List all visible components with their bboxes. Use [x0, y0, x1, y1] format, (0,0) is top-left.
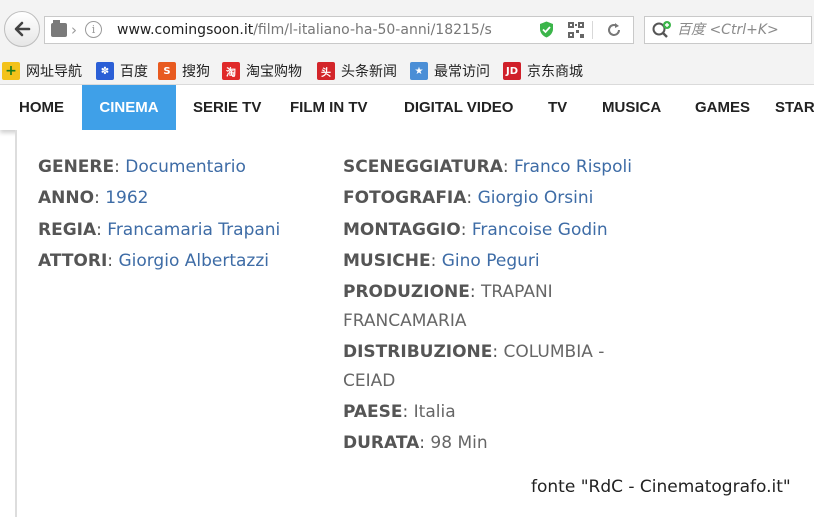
bookmark-label: 京东商城 — [527, 64, 583, 80]
nav-digital-video[interactable]: DIGITAL VIDEO — [404, 85, 513, 130]
reload-icon[interactable] — [605, 21, 623, 39]
attori-link[interactable]: Giorgio Albertazzi — [118, 251, 269, 271]
qr-code-icon[interactable] — [568, 22, 584, 38]
label-genere: GENERE — [38, 157, 115, 177]
shield-icon[interactable] — [539, 21, 554, 38]
paw-icon: ✽ — [96, 62, 114, 80]
bookmark-label: 头条新闻 — [341, 64, 397, 80]
back-button[interactable] — [4, 11, 40, 47]
nav-home[interactable]: HOME — [19, 85, 64, 130]
bookmark-label: 搜狗 — [182, 64, 210, 80]
bookmarks-bar: + 网址导航 ✽ 百度 S 搜狗 淘淘宝购物 头头条新闻 ★ 最常访问 JD 京东商城 — [0, 58, 814, 85]
info-regia: REGIA: Francamaria Trapani — [38, 220, 281, 240]
label-produzione: PRODUZIONE — [343, 282, 470, 302]
bookmark-label: 淘宝购物 — [246, 64, 302, 80]
info-paese: PAESE: Italia — [343, 402, 456, 422]
bookmark-frequent[interactable]: ★ 最常访问 — [410, 61, 490, 81]
paese-value: Italia — [413, 402, 456, 422]
chevron-right-icon: › — [71, 21, 77, 39]
url-text[interactable]: www.comingsoon.it/film/l-italiano-ha-50-… — [117, 22, 507, 38]
montaggio-link[interactable]: Francoise Godin — [472, 220, 608, 240]
bookmark-label: 最常访问 — [434, 64, 490, 80]
url-path: /film/l-italiano-ha-50-anni/18215/s — [253, 22, 492, 38]
bookmark-jd[interactable]: JD 京东商城 — [503, 61, 583, 81]
bookmark-label: 网址导航 — [26, 64, 82, 80]
nav-star[interactable]: STAR — [775, 85, 814, 130]
label-montaggio: MONTAGGIO — [343, 220, 461, 240]
tabs-icon[interactable] — [51, 20, 67, 37]
bookmark-wangzhi[interactable]: + 网址导航 — [2, 61, 82, 81]
info-montaggio: MONTAGGIO: Francoise Godin — [343, 220, 608, 240]
info-sceneggiatura: SCENEGGIATURA: Franco Rispoli — [343, 157, 632, 177]
info-produzione: PRODUZIONE: TRAPANI FRANCAMARIA — [343, 282, 553, 331]
nav-film-in-tv[interactable]: FILM IN TV — [290, 85, 368, 130]
info-distribuzione: DISTRIBUZIONE: COLUMBIA - CEIAD — [343, 342, 605, 391]
taobao-icon: 淘 — [222, 62, 240, 80]
label-sceneggiatura: SCENEGGIATURA — [343, 157, 503, 177]
plus-badge-icon: + — [2, 62, 20, 80]
label-attori: ATTORI — [38, 251, 108, 271]
info-icon[interactable]: i — [85, 21, 102, 38]
bookmark-label: 百度 — [120, 64, 148, 80]
label-anno: ANNO — [38, 188, 95, 208]
arrow-left-icon — [14, 21, 31, 37]
bookmark-baidu[interactable]: ✽ 百度 — [96, 61, 148, 81]
bookmark-taobao[interactable]: 淘淘宝购物 — [222, 61, 302, 81]
info-genere: GENERE: Documentario — [38, 157, 246, 177]
divider — [592, 21, 593, 39]
nav-cinema[interactable]: CINEMA — [82, 85, 176, 130]
regia-link[interactable]: Francamaria Trapani — [107, 220, 280, 240]
label-paese: PAESE — [343, 402, 403, 422]
info-fotografia: FOTOGRAFIA: Giorgio Orsini — [343, 188, 594, 208]
address-toolbar: › i www.comingsoon.it/film/l-italiano-ha… — [0, 0, 814, 58]
musiche-link[interactable]: Gino Peguri — [442, 251, 540, 271]
url-bar[interactable]: › i www.comingsoon.it/film/l-italiano-ha… — [44, 16, 634, 44]
genere-link[interactable]: Documentario — [125, 157, 246, 177]
nav-tv[interactable]: TV — [548, 85, 567, 130]
durata-value: 98 Min — [430, 433, 488, 453]
label-fotografia: FOTOGRAFIA — [343, 188, 467, 208]
search-icon — [652, 21, 671, 38]
info-musiche: MUSICHE: Gino Peguri — [343, 251, 540, 271]
source-credit: fonte "RdC - Cinematografo.it" — [531, 477, 791, 497]
nav-musica[interactable]: MUSICA — [602, 85, 661, 130]
nav-games[interactable]: GAMES — [695, 85, 750, 130]
info-durata: DURATA: 98 Min — [343, 433, 488, 453]
bookmark-toutiao[interactable]: 头头条新闻 — [317, 61, 397, 81]
frequent-icon: ★ — [410, 62, 428, 80]
label-regia: REGIA — [38, 220, 97, 240]
jd-icon: JD — [503, 62, 521, 80]
anno-link[interactable]: 1962 — [105, 188, 148, 208]
search-input[interactable] — [677, 19, 807, 41]
search-box[interactable] — [644, 16, 812, 44]
nav-serie-tv[interactable]: SERIE TV — [193, 85, 261, 130]
label-durata: DURATA — [343, 433, 420, 453]
toutiao-icon: 头 — [317, 62, 335, 80]
label-distribuzione: DISTRIBUZIONE — [343, 342, 493, 362]
sogou-icon: S — [158, 62, 176, 80]
info-attori: ATTORI: Giorgio Albertazzi — [38, 251, 269, 271]
bookmark-sogou[interactable]: S 搜狗 — [158, 61, 210, 81]
fotografia-link[interactable]: Giorgio Orsini — [478, 188, 594, 208]
url-domain: www.comingsoon.it — [117, 22, 254, 38]
info-anno: ANNO: 1962 — [38, 188, 149, 208]
label-musiche: MUSICHE — [343, 251, 431, 271]
sceneggiatura-link[interactable]: Franco Rispoli — [514, 157, 632, 177]
site-nav: HOME CINEMA SERIE TV FILM IN TV DIGITAL … — [0, 85, 814, 130]
